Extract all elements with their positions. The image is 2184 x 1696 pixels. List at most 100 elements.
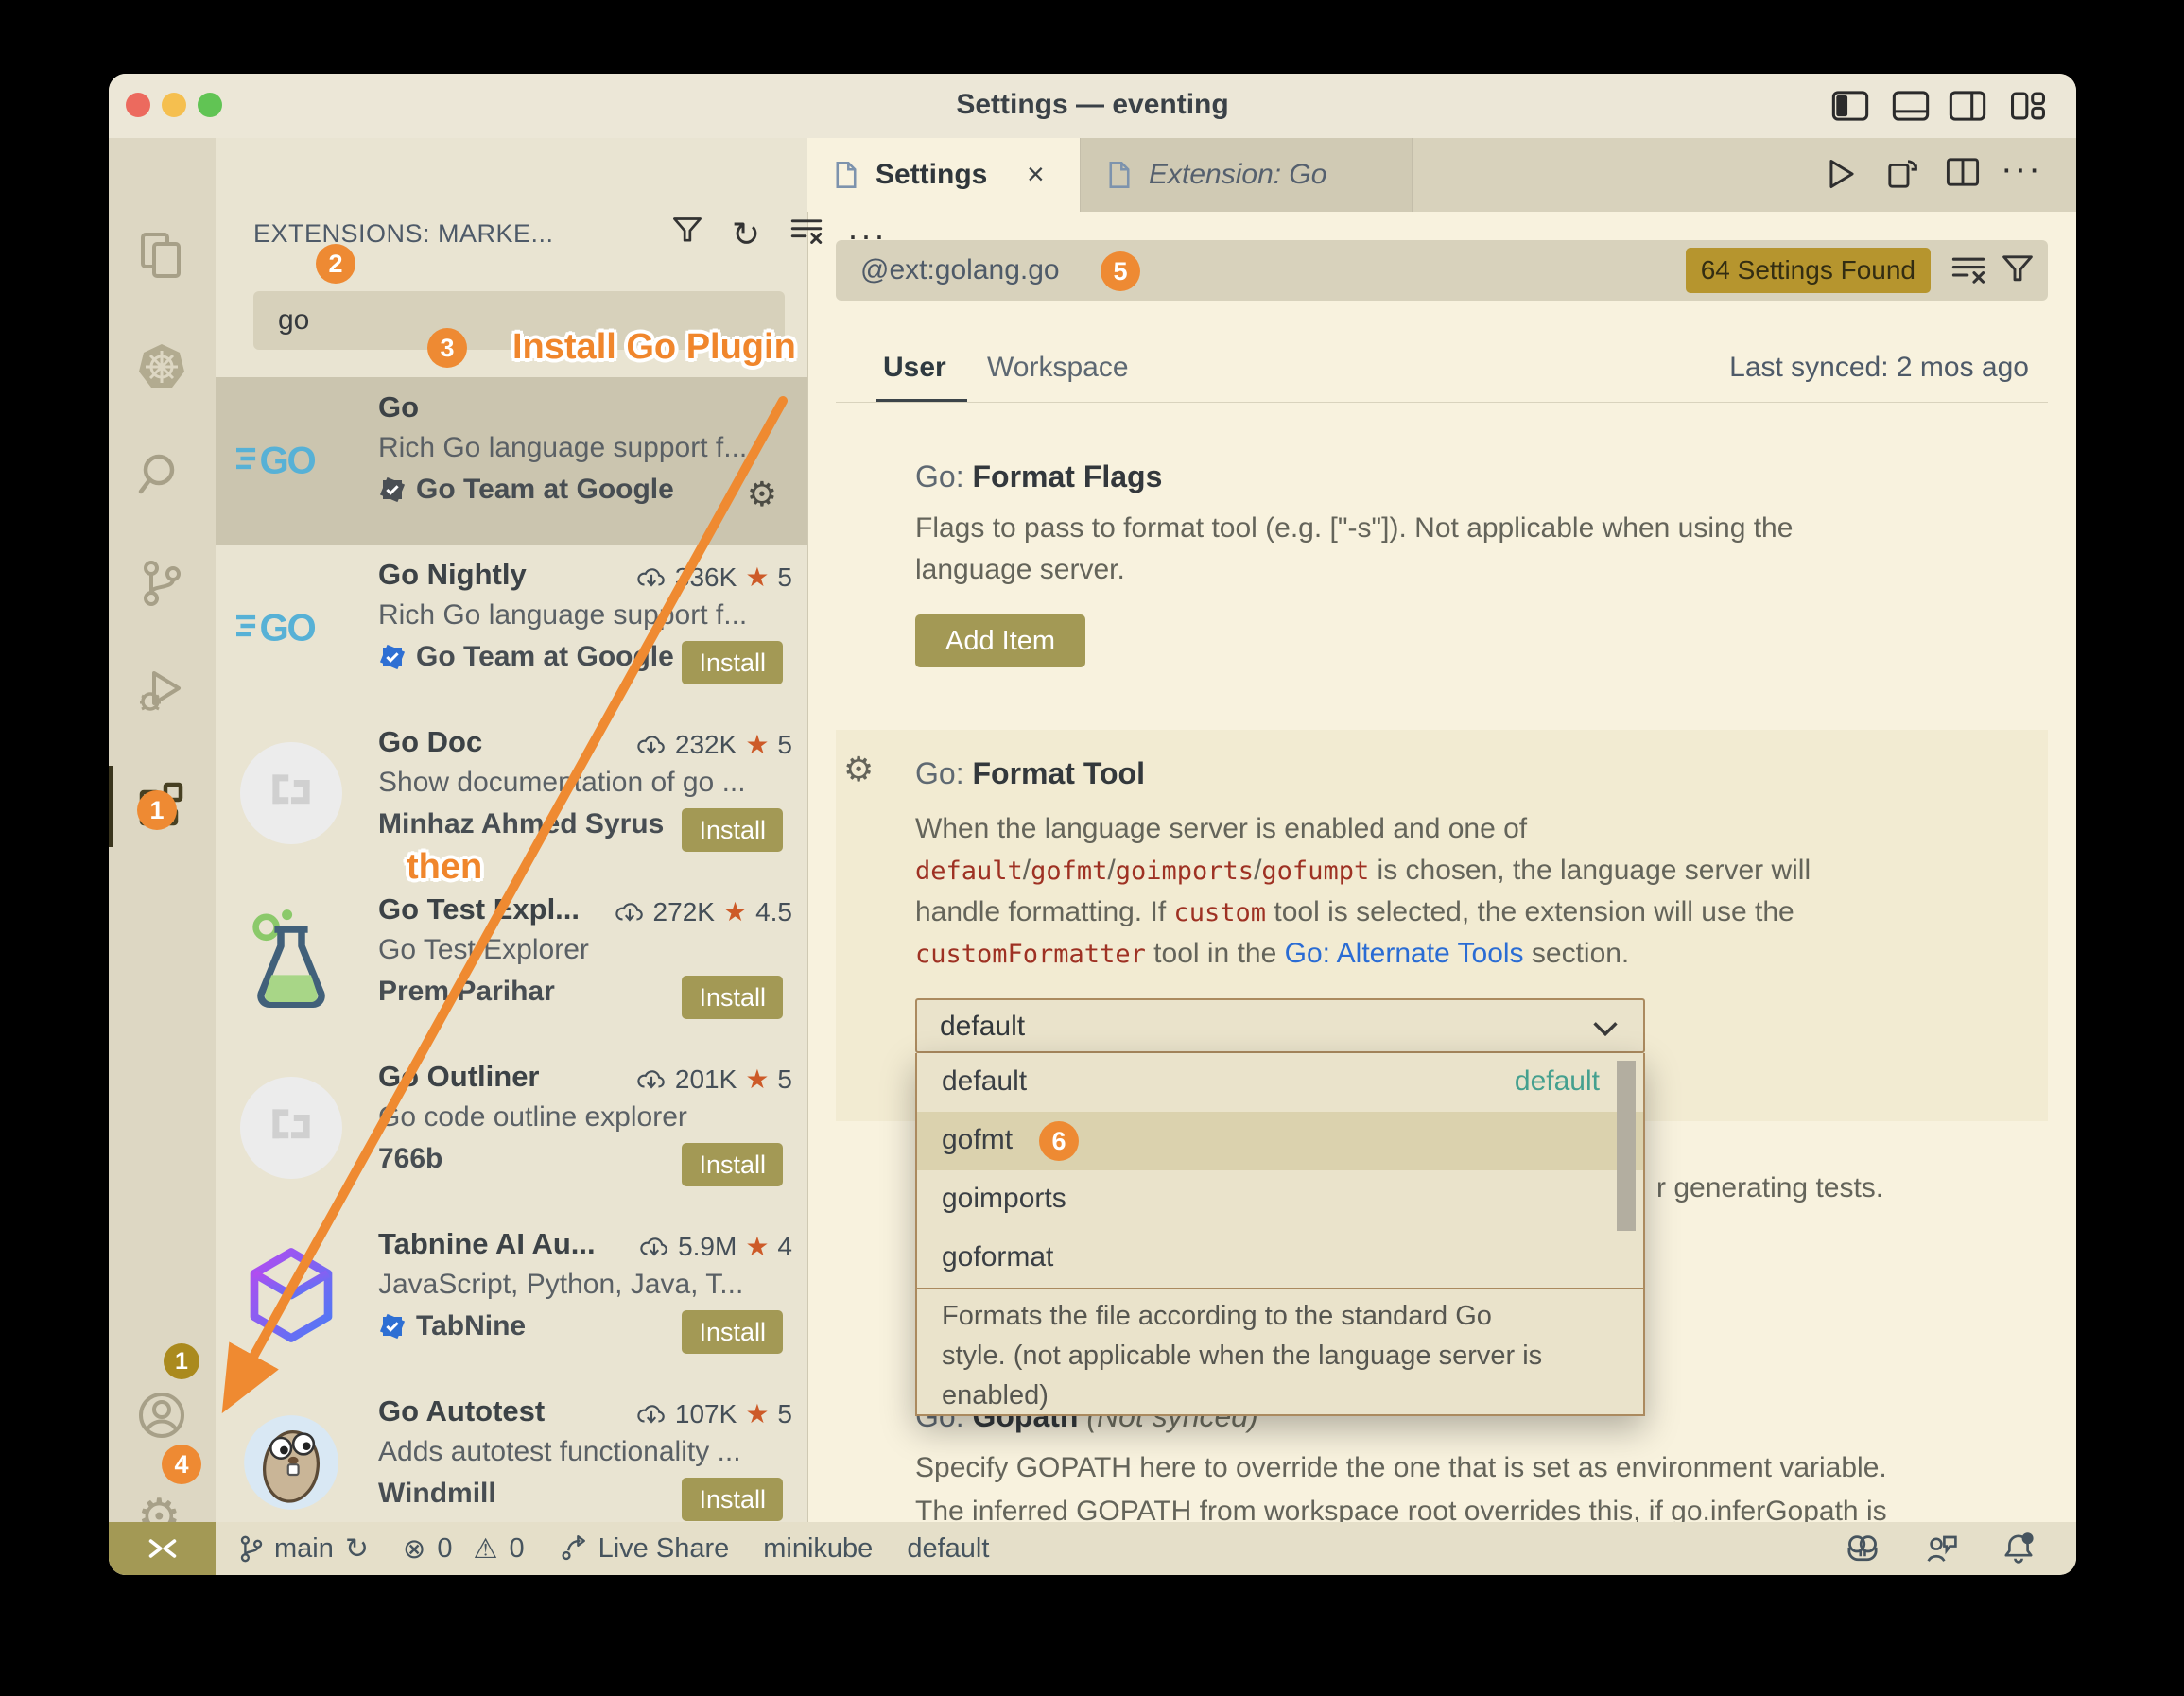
install-button[interactable]: Install [682, 1143, 783, 1186]
dropdown-option-gofmt[interactable]: gofmt [917, 1112, 1643, 1170]
errors-icon: ⊗ [403, 1532, 425, 1565]
dropdown-option-goformat[interactable]: goformat [917, 1229, 1643, 1288]
setting-description: Flags to pass to format tool (e.g. ["-s"… [915, 512, 1793, 545]
extension-stats: 232K ★ 5 [636, 729, 792, 760]
settings-search-input[interactable]: @ext:golang.go 64 Settings Found [836, 240, 2048, 301]
select-value: default [940, 1011, 1025, 1043]
scope-tab-workspace[interactable]: Workspace [987, 352, 1129, 384]
account-icon[interactable] [137, 1391, 186, 1440]
rating-star-icon: ★ [745, 562, 769, 593]
feedback-icon[interactable] [1925, 1532, 1959, 1565]
sync-icon[interactable]: ↻ [345, 1532, 369, 1566]
extension-item-go-nightly[interactable]: GO Go Nightly 336K ★ 5 Rich Go language … [216, 545, 807, 712]
live-share-status-item[interactable]: Live Share [559, 1533, 730, 1565]
kube-context-status-item[interactable]: minikube [763, 1533, 873, 1565]
flask-icon [236, 906, 346, 1015]
title-bar: Settings — eventing [109, 74, 2076, 138]
tab-settings-label: Settings [875, 159, 987, 191]
setting-gear-icon[interactable]: ⚙ [843, 751, 874, 789]
editor-tab-bar: Settings × Extension: Go ··· [807, 138, 2076, 212]
setting-description: handle formatting. If custom tool is sel… [915, 896, 1794, 928]
extension-description: Go code outline explorer [378, 1101, 794, 1134]
extension-item-go-test-explorer[interactable]: Go Test Expl... 272K ★ 4.5 Go Test Explo… [216, 879, 807, 1047]
setting-title-format-flags: Go: Format Flags [915, 459, 1162, 494]
go-logo-icon: GO [236, 571, 346, 681]
rating-star-icon: ★ [745, 1231, 769, 1262]
refresh-extensions-icon[interactable]: ↻ [732, 216, 766, 250]
run-debug-icon[interactable] [137, 666, 186, 715]
install-button[interactable]: Install [682, 641, 783, 684]
copilot-icon[interactable] [1844, 1533, 1881, 1564]
extension-stats: 5.9M ★ 4 [639, 1231, 792, 1262]
account-badge: 1 [164, 1343, 199, 1379]
extension-description: Adds autotest functionality ... [378, 1436, 794, 1468]
install-button[interactable]: Install [682, 976, 783, 1019]
install-button[interactable]: Install [682, 1478, 783, 1521]
go-logo-icon: GO [236, 404, 346, 513]
dropdown-scrollbar[interactable] [1617, 1061, 1636, 1231]
extension-name: Go Outliner [378, 1060, 540, 1094]
split-editor-icon[interactable] [1946, 157, 1984, 193]
extension-description: Show documentation of go ... [378, 767, 794, 799]
notifications-bell-icon[interactable] [2002, 1532, 2035, 1566]
dropdown-option-goimports[interactable]: goimports [917, 1170, 1643, 1229]
setting-description: customFormatter tool in the Go: Alternat… [915, 938, 1629, 970]
extension-publisher: Go Team at Google [378, 641, 674, 673]
last-synced-label: Last synced: 2 mos ago [1729, 352, 2029, 384]
toggle-secondary-sidebar-icon[interactable] [1949, 90, 1986, 122]
kubernetes-icon[interactable] [137, 342, 186, 391]
more-editor-actions-icon[interactable]: ··· [2001, 149, 2038, 185]
extension-name: Go Test Expl... [378, 892, 580, 926]
verified-publisher-icon [378, 476, 407, 504]
chevron-down-icon [1592, 1021, 1619, 1036]
annotation-step-1: 1 [137, 790, 177, 830]
toggle-sidebar-icon[interactable] [1831, 90, 1869, 122]
extension-name: Go Doc [378, 725, 482, 759]
divider [836, 402, 2048, 403]
tab-extension-go[interactable]: Extension: Go [1080, 138, 1413, 212]
format-tool-select[interactable]: default [915, 998, 1645, 1053]
annotation-then-label: then [407, 847, 482, 888]
setting-description: default/gofmt/goimports/gofumpt is chose… [915, 855, 1811, 887]
source-control-icon[interactable] [137, 559, 186, 608]
extension-description: Go Test Explorer [378, 934, 794, 966]
remote-indicator[interactable] [109, 1522, 216, 1575]
annotation-install-label: Install Go Plugin [512, 327, 796, 368]
kube-namespace-status-item[interactable]: default [907, 1533, 989, 1565]
filter-settings-icon[interactable] [2001, 253, 2035, 286]
explorer-icon[interactable] [137, 231, 186, 280]
install-button[interactable]: Install [682, 808, 783, 852]
install-button[interactable]: Install [682, 1310, 783, 1354]
annotation-step-2: 2 [316, 244, 355, 284]
branch-status-item[interactable]: main ↻ [240, 1532, 369, 1566]
extension-placeholder-icon [236, 738, 346, 848]
problems-status-item[interactable]: ⊗ 0 ⚠ 0 [403, 1532, 525, 1565]
clear-extension-search-icon[interactable] [790, 216, 824, 250]
setting-description: language server. [915, 554, 1125, 586]
add-item-button[interactable]: Add Item [915, 614, 1085, 667]
occluded-setting-text: r generating tests. [1656, 1172, 1883, 1204]
extension-item-go[interactable]: GO Go Rich Go language support f... Go T… [216, 377, 807, 545]
toggle-panel-icon[interactable] [1892, 90, 1930, 122]
extension-item-go-outliner[interactable]: Go Outliner 201K ★ 5 Go code outline exp… [216, 1047, 807, 1214]
downloads-icon [615, 901, 645, 924]
option-description: enabled) [942, 1380, 1049, 1411]
scope-tab-user[interactable]: User [883, 352, 946, 384]
tab-settings[interactable]: Settings × [807, 138, 1080, 212]
customize-layout-icon[interactable] [2009, 90, 2047, 122]
extension-item-tabnine[interactable]: Tabnine AI Au... 5.9M ★ 4 JavaScript, Py… [216, 1214, 807, 1381]
search-icon[interactable] [137, 450, 186, 499]
divider [917, 1288, 1643, 1289]
open-changes-icon[interactable] [1885, 157, 1923, 193]
run-icon[interactable] [1827, 157, 1864, 193]
extension-name: Tabnine AI Au... [378, 1227, 596, 1261]
alternate-tools-link[interactable]: Go: Alternate Tools [1285, 938, 1524, 969]
clear-settings-search-icon[interactable] [1951, 253, 1985, 286]
option-description: Formats the file according to the standa… [942, 1301, 1492, 1332]
filter-extensions-icon[interactable] [671, 216, 705, 250]
extension-item-go-doc[interactable]: Go Doc 232K ★ 5 Show documentation of go… [216, 712, 807, 879]
extension-name: Go [378, 390, 419, 424]
close-tab-icon[interactable]: × [1027, 157, 1045, 192]
dropdown-option-default[interactable]: default default [917, 1053, 1643, 1112]
manage-extension-gear-icon[interactable]: ⚙ [747, 476, 777, 514]
